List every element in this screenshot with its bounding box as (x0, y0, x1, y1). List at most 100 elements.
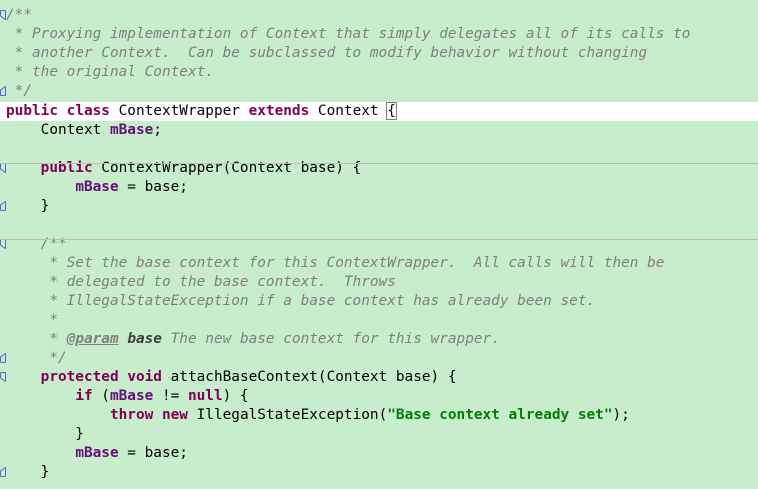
code-token: * IllegalStateException if a base contex… (6, 293, 596, 309)
code-line[interactable]: mBase = base; (0, 444, 758, 463)
code-token: * another Context. Can be subclassed to … (6, 45, 648, 61)
code-line[interactable]: */ (0, 82, 758, 101)
code-line[interactable]: if (mBase != null) { (0, 387, 758, 406)
code-line-text: /** (6, 6, 32, 25)
code-line[interactable]: mBase = base; (0, 178, 758, 197)
fold-end-icon (0, 86, 6, 96)
code-line-text: /** (6, 235, 67, 254)
fold-end-icon (0, 201, 6, 211)
code-token: mBase (109, 122, 154, 138)
code-token: @param (66, 331, 119, 347)
current-code-line[interactable]: public class ContextWrapper extends Cont… (0, 102, 758, 121)
code-line[interactable]: throw new IllegalStateException("Base co… (0, 406, 758, 425)
code-line-text: * the original Context. (6, 63, 214, 82)
code-token: Context (6, 122, 110, 138)
code-token: mBase (75, 179, 119, 195)
code-line[interactable]: * the original Context. (0, 63, 758, 82)
code-token: } (6, 426, 84, 442)
code-token: * (6, 331, 67, 347)
code-line[interactable]: protected void attachBaseContext(Context… (0, 368, 758, 387)
fold-minus-icon[interactable] (0, 163, 6, 173)
code-line-text: * delegated to the base context. Throws (6, 273, 396, 292)
code-line[interactable]: } (0, 197, 758, 216)
code-line[interactable] (0, 216, 758, 235)
code-token: = base; (118, 179, 188, 195)
code-line-text: public class ContextWrapper extends Cont… (6, 102, 397, 121)
fold-end-icon (0, 467, 6, 477)
code-token: attachBaseContext(Context base) { (161, 369, 457, 385)
code-line[interactable]: } (0, 463, 758, 482)
code-line-text: * another Context. Can be subclassed to … (6, 44, 647, 63)
code-token: The new base context for this wrapper. (161, 331, 500, 347)
code-token: ( (92, 388, 110, 404)
code-line[interactable]: public ContextWrapper(Context base) { (0, 159, 758, 178)
code-line[interactable]: * another Context. Can be subclassed to … (0, 44, 758, 63)
code-line-text: if (mBase != null) { (6, 387, 249, 406)
code-token: void (127, 369, 162, 385)
code-token: throw (109, 407, 154, 423)
code-line[interactable]: * delegated to the base context. Throws (0, 273, 758, 292)
code-token: * Proxying implementation of Context tha… (6, 26, 691, 42)
code-line[interactable]: * @param base The new base context for t… (0, 330, 758, 349)
code-line-text: * @param base The new base context for t… (6, 330, 500, 349)
code-token: ); (612, 407, 630, 423)
code-token: */ (6, 83, 32, 99)
code-token: = base; (118, 445, 188, 461)
code-token: * delegated to the base context. Throws (6, 274, 396, 290)
code-line-text: mBase = base; (6, 178, 188, 197)
code-token: ContextWrapper (109, 103, 249, 119)
code-token: IllegalStateException( (187, 407, 388, 423)
code-token: * Set the base context for this ContextW… (6, 255, 665, 271)
code-line-text: * Set the base context for this ContextW… (6, 254, 664, 273)
code-token: "Base context already set" (387, 407, 613, 423)
code-line-text: */ (6, 349, 66, 368)
code-token: if (75, 388, 93, 404)
code-editor[interactable]: /** * Proxying implementation of Context… (0, 0, 758, 489)
fold-minus-icon[interactable] (0, 10, 6, 20)
code-line[interactable]: * Proxying implementation of Context tha… (0, 25, 758, 44)
code-line[interactable]: /** (0, 235, 758, 254)
code-line[interactable]: * (0, 311, 758, 330)
code-token: extends (248, 103, 310, 119)
code-line[interactable]: /** (0, 6, 758, 25)
code-line-text: Context mBase; (6, 121, 162, 140)
code-token: } (6, 464, 50, 480)
code-line-text: public ContextWrapper(Context base) { (6, 159, 362, 178)
code-line[interactable]: * Set the base context for this ContextW… (0, 254, 758, 273)
code-line-text: } (6, 197, 50, 216)
code-token: != (153, 388, 188, 404)
code-token: public (6, 103, 58, 119)
cursor-matching-brace: { (386, 102, 397, 120)
code-line-text: * Proxying implementation of Context tha… (6, 25, 691, 44)
code-token: * the original Context. (6, 64, 214, 80)
code-line-text: * (6, 311, 58, 330)
code-token: mBase (75, 445, 119, 461)
fold-minus-icon[interactable] (0, 372, 6, 382)
code-token: ) { (222, 388, 249, 404)
code-token: mBase (109, 388, 154, 404)
code-line-text: protected void attachBaseContext(Context… (6, 368, 457, 387)
code-line-text: } (6, 463, 50, 482)
code-line-text: throw new IllegalStateException("Base co… (6, 406, 630, 425)
method-separator (0, 239, 758, 240)
code-token: base (127, 331, 162, 347)
method-separator (0, 163, 758, 164)
code-line-text: */ (6, 82, 32, 101)
code-line[interactable]: Context mBase; (0, 121, 758, 140)
code-token: /** (6, 7, 32, 23)
code-token: new (161, 407, 188, 423)
code-token: null (187, 388, 223, 404)
code-line[interactable]: * IllegalStateException if a base contex… (0, 292, 758, 311)
code-line[interactable]: } (0, 425, 758, 444)
code-line[interactable]: */ (0, 349, 758, 368)
code-token: Context (309, 103, 388, 119)
fold-minus-icon[interactable] (0, 239, 6, 249)
code-token: } (6, 198, 50, 214)
code-line[interactable] (0, 140, 758, 159)
